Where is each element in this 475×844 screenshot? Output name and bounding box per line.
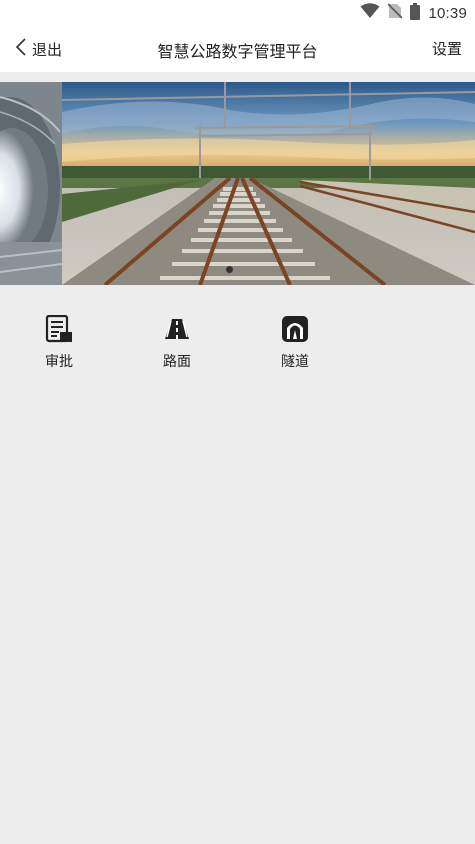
carousel-indicator-dot[interactable] [226, 266, 233, 273]
function-label: 路面 [163, 354, 191, 370]
road-surface-icon [163, 315, 191, 343]
battery-icon [410, 2, 421, 24]
function-item-approval[interactable]: 审批 [24, 306, 94, 376]
no-sim-icon [387, 3, 404, 23]
function-label: 审批 [45, 354, 73, 370]
wifi-icon [360, 3, 380, 23]
settings-label: 设置 [431, 40, 462, 58]
function-item-tunnel[interactable]: 隧道 [260, 306, 330, 376]
function-grid: 审批 路面 隧道 [0, 306, 475, 376]
tunnel-photo [0, 82, 63, 285]
approval-icon [45, 314, 73, 343]
banner-carousel[interactable] [0, 82, 475, 285]
status-bar: 10:39 [0, 0, 475, 26]
settings-button[interactable]: 设置 [432, 38, 462, 59]
status-icons: 10:39 [360, 2, 467, 24]
chevron-left-icon [15, 38, 26, 60]
page-title: 智慧公路数字管理平台 [157, 42, 318, 61]
back-label: 退出 [32, 40, 63, 59]
function-label: 隧道 [281, 354, 309, 370]
tunnel-icon [281, 315, 309, 343]
nav-bar: 退出 智慧公路数字管理平台 设置 [0, 26, 475, 72]
railway-track-photo [61, 82, 475, 285]
back-button[interactable]: 退出 [15, 36, 63, 62]
status-clock: 10:39 [428, 4, 467, 22]
banner-image [0, 82, 475, 285]
function-item-road-surface[interactable]: 路面 [142, 306, 212, 376]
